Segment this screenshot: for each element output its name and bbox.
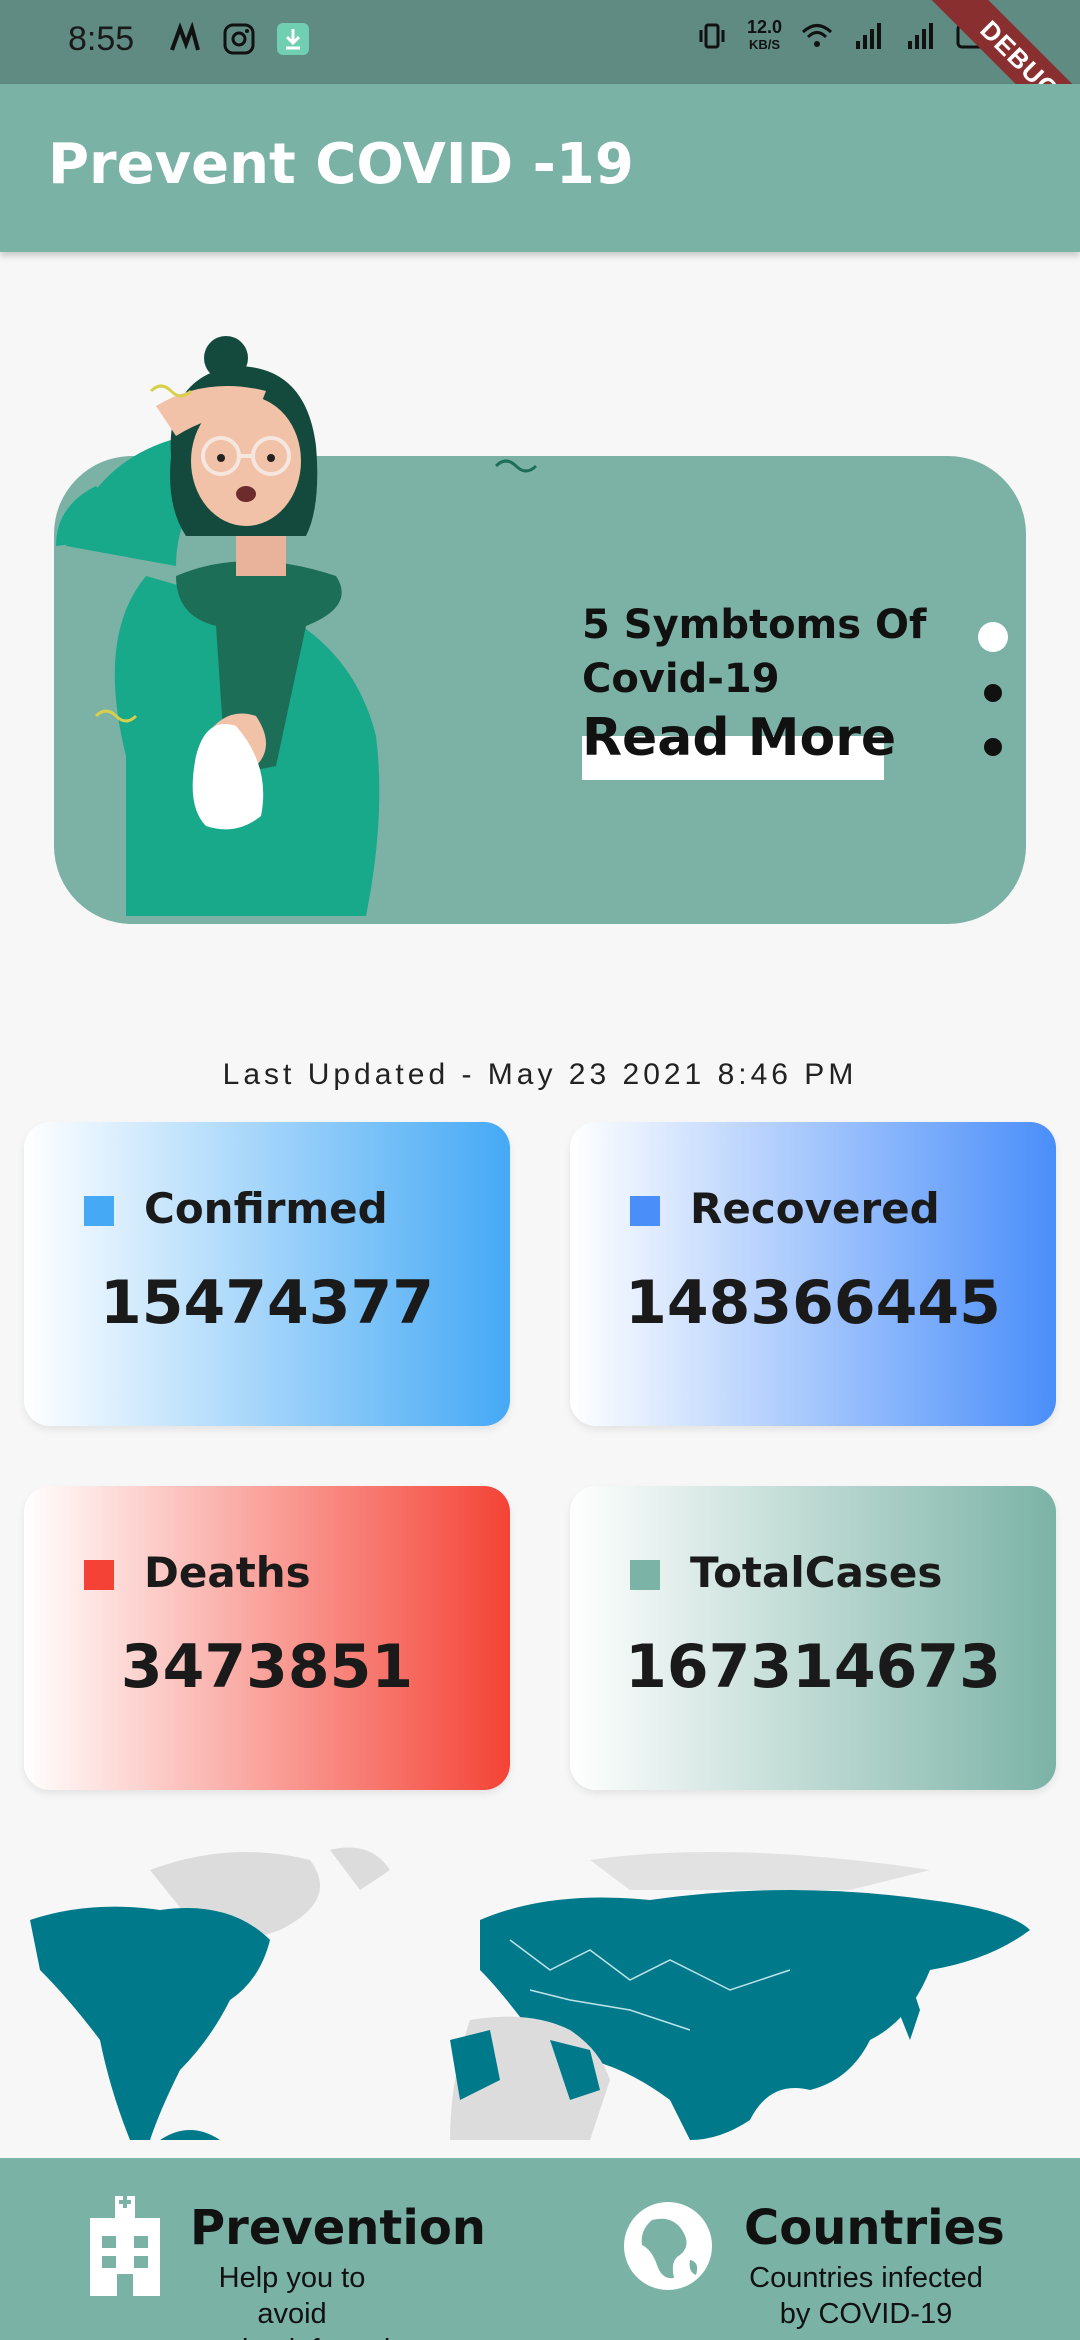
prevention-subtitle-line-2: getting infected — [182, 2332, 402, 2340]
vibrate-icon — [699, 23, 725, 49]
confirmed-card: Confirmed 15474377 — [24, 1122, 510, 1426]
deaths-color-square — [84, 1560, 114, 1590]
total-cases-value: 167314673 — [625, 1632, 1001, 1702]
confirmed-value: 15474377 — [100, 1268, 434, 1338]
status-bar: 8:55 12.0 KB/S DEBUG — [0, 0, 1080, 167]
deaths-card: Deaths 3473851 — [24, 1486, 510, 1790]
app-bar: Prevent COVID -19 — [0, 84, 1080, 252]
confirmed-label: Confirmed — [144, 1184, 388, 1233]
prevention-title: Prevention — [190, 2200, 486, 2256]
page-title: Prevent COVID -19 — [48, 132, 634, 197]
total-cases-label: TotalCases — [690, 1548, 943, 1597]
prevention-nav-item[interactable]: Prevention Help you to avoid getting inf… — [70, 2158, 510, 2340]
wifi-icon — [801, 24, 833, 47]
countries-subtitle-line-1: Countries infected — [749, 2262, 983, 2294]
status-time: 8:55 — [68, 20, 135, 58]
last-updated-text: Last Updated - May 23 2021 8:46 PM — [222, 1058, 858, 1091]
confirmed-color-square — [84, 1196, 114, 1226]
signal-icon — [856, 23, 881, 49]
banner-title: 5 Symbtoms Of Covid-19 — [582, 602, 927, 702]
countries-subtitle-line-2: by COVID-19 — [779, 2298, 953, 2330]
prevention-subtitle-line-1: Help you to avoid — [218, 2262, 366, 2330]
app-notification-icon — [170, 22, 200, 51]
carousel-indicator-1[interactable] — [978, 622, 1008, 652]
deaths-label: Deaths — [144, 1548, 311, 1597]
deaths-value: 3473851 — [120, 1632, 414, 1702]
countries-nav-item[interactable]: Countries Countries infected by COVID-19 — [620, 2158, 1040, 2340]
countries-title: Countries — [744, 2200, 1005, 2256]
sick-woman-illustration — [56, 336, 538, 916]
globe-icon — [624, 2202, 712, 2290]
read-more-button[interactable]: Read More — [582, 708, 896, 768]
total-cases-color-square — [630, 1560, 660, 1590]
recovered-value: 148366445 — [625, 1268, 1001, 1338]
instagram-icon — [223, 23, 255, 55]
hospital-icon — [90, 2196, 160, 2296]
total-cases-card: TotalCases 167314673 — [570, 1486, 1056, 1790]
recovered-card: Recovered 148366445 — [570, 1122, 1056, 1426]
carousel-indicator-2[interactable] — [984, 684, 1002, 702]
network-speed: 12.0 KB/S — [746, 17, 782, 52]
recovered-color-square — [630, 1196, 660, 1226]
signal-icon-2 — [908, 23, 933, 49]
bottom-navigation: Prevention Help you to avoid getting inf… — [0, 2158, 1080, 2340]
download-icon — [277, 23, 309, 55]
world-map[interactable] — [30, 1840, 1050, 2140]
carousel-indicator-3[interactable] — [984, 738, 1002, 756]
recovered-label: Recovered — [690, 1184, 940, 1233]
